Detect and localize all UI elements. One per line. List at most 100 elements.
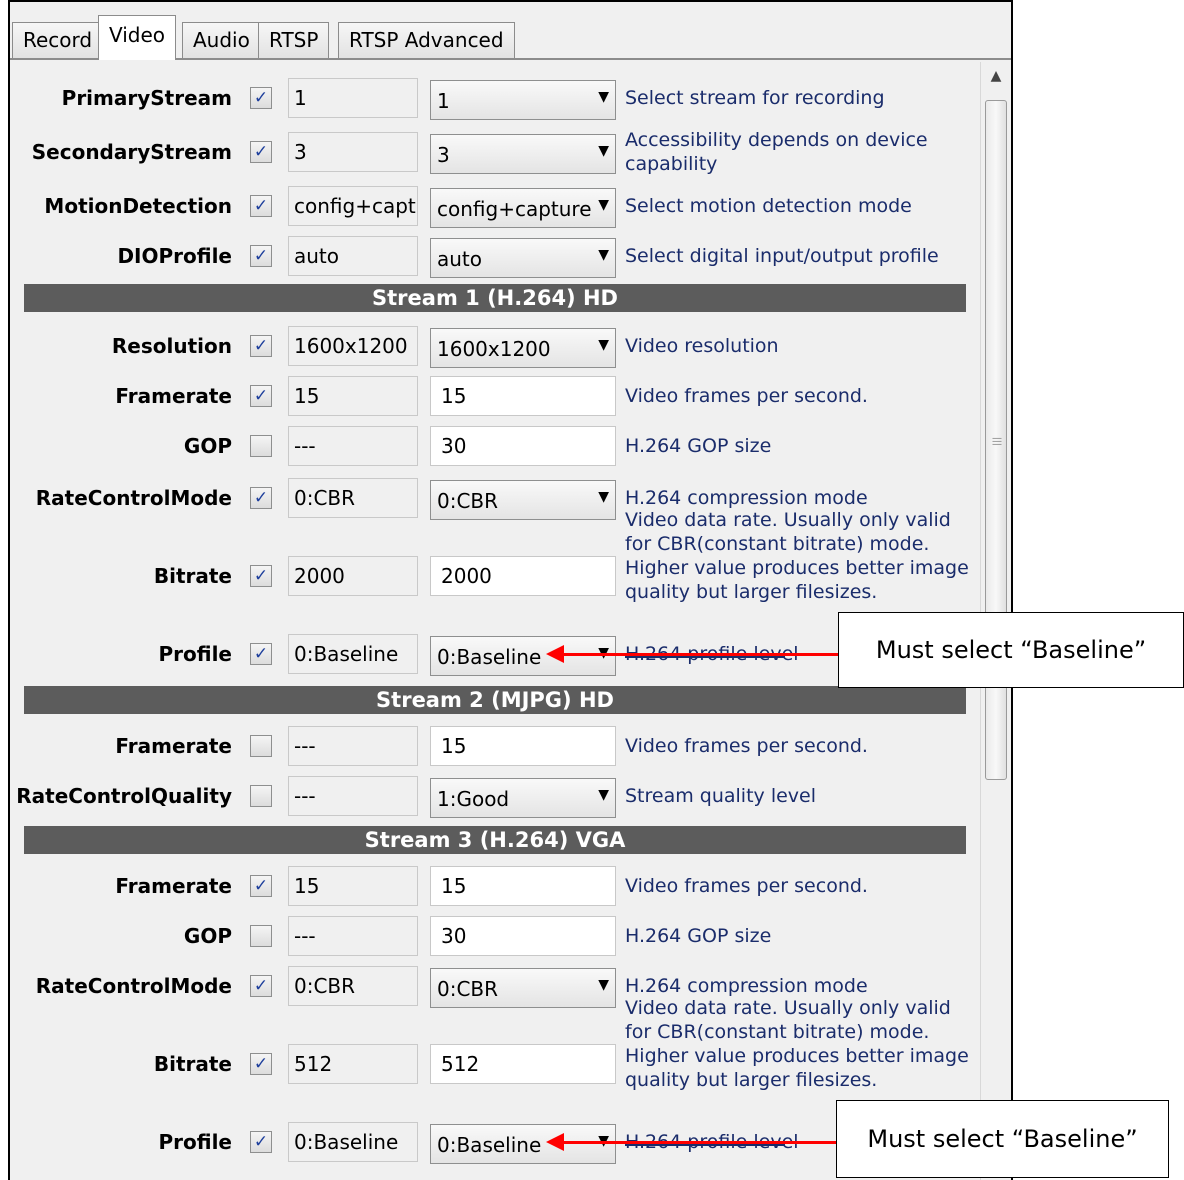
dropdown-arrow-icon: ▼ <box>598 787 609 803</box>
red-arrow-head-icon <box>546 645 564 663</box>
red-arrow-head-icon <box>546 1133 564 1151</box>
enable-checkbox[interactable] <box>250 435 272 457</box>
enable-checkbox[interactable]: ✓ <box>250 643 272 665</box>
enable-checkbox[interactable]: ✓ <box>250 975 272 997</box>
checkmark-icon: ✓ <box>253 246 269 266</box>
enable-checkbox[interactable]: ✓ <box>250 141 272 163</box>
callout-baseline-stream3: Must select “Baseline” <box>836 1100 1169 1178</box>
value-dropdown[interactable]: 3 ▼ <box>430 134 616 174</box>
current-value: 15 <box>288 376 418 416</box>
setting-description: Select stream for recording <box>625 87 885 109</box>
tab-bar: Record Video Audio RTSP RTSP Advanced <box>10 2 1011 60</box>
value-input[interactable]: 30 <box>430 426 616 466</box>
value-input[interactable]: 30 <box>430 916 616 956</box>
dropdown-value: 0:Baseline <box>437 1133 542 1157</box>
setting-label: MotionDetection <box>44 194 232 218</box>
setting-row: GOP --- 30 H.264 GOP size <box>10 916 980 956</box>
setting-label: Framerate <box>115 734 232 758</box>
setting-row: Framerate ✓ 15 15 Video frames per second. <box>10 376 980 416</box>
value-dropdown[interactable]: auto ▼ <box>430 238 616 278</box>
checkmark-icon: ✓ <box>253 1054 269 1074</box>
dropdown-arrow-icon: ▼ <box>598 337 609 353</box>
enable-checkbox[interactable]: ✓ <box>250 87 272 109</box>
value-input[interactable]: 15 <box>430 866 616 906</box>
enable-checkbox[interactable] <box>250 735 272 757</box>
value-input[interactable]: 512 <box>430 1044 616 1084</box>
setting-row: Framerate ✓ 15 15 Video frames per second. <box>10 866 980 906</box>
value-dropdown[interactable]: 1:Good ▼ <box>430 778 616 818</box>
settings-window: Record Video Audio RTSP RTSP Advanced Pr… <box>8 0 1013 1180</box>
setting-row: MotionDetection ✓ config+captu config+captu… <box>10 186 980 228</box>
dropdown-arrow-icon: ▼ <box>598 89 609 105</box>
dropdown-value: 3 <box>437 143 450 167</box>
dropdown-value: config+capture <box>437 197 592 221</box>
checkmark-icon: ✓ <box>253 488 269 508</box>
enable-checkbox[interactable]: ✓ <box>250 245 272 267</box>
current-value: 2000 <box>288 556 418 596</box>
value-input[interactable]: 2000 <box>430 556 616 596</box>
enable-checkbox[interactable] <box>250 785 272 807</box>
value-dropdown[interactable]: 0:CBR ▼ <box>430 480 616 520</box>
setting-description: Video frames per second. <box>625 385 868 407</box>
setting-row: PrimaryStream ✓ 1 1 ▼ Select stream for recor… <box>10 78 980 120</box>
value-dropdown[interactable]: 0:Baseline▼ <box>430 636 616 676</box>
value-dropdown[interactable]: 1 ▼ <box>430 80 616 120</box>
strike-line <box>625 656 785 658</box>
enable-checkbox[interactable]: ✓ <box>250 565 272 587</box>
enable-checkbox[interactable]: ✓ <box>250 335 272 357</box>
enable-checkbox[interactable]: ✓ <box>250 875 272 897</box>
checkmark-icon: ✓ <box>253 142 269 162</box>
dropdown-value: 1 <box>437 89 450 113</box>
setting-description: Video data rate. Usually only valid for … <box>625 509 969 603</box>
value-input[interactable]: 15 <box>430 376 616 416</box>
setting-description: Select digital input/output profile <box>625 245 939 267</box>
value-dropdown[interactable]: 1600x1200 ▼ <box>430 328 616 368</box>
enable-checkbox[interactable]: ✓ <box>250 385 272 407</box>
setting-row: Resolution ✓ 1600x1200 1600x1200 ▼ Video reso… <box>10 326 980 368</box>
value-dropdown[interactable]: 0:CBR ▼ <box>430 968 616 1008</box>
section-header: Stream 3 (H.264) VGA <box>24 826 966 854</box>
scroll-up-arrow-icon[interactable]: ▲ <box>981 68 1011 90</box>
setting-description: Video frames per second. <box>625 735 868 757</box>
setting-description: H.264 compression mode <box>625 975 868 997</box>
value-input[interactable]: 15 <box>430 726 616 766</box>
tab-record[interactable]: Record <box>12 22 104 58</box>
enable-checkbox[interactable]: ✓ <box>250 487 272 509</box>
current-value: 1600x1200 <box>288 326 418 366</box>
section-header: Stream 2 (MJPG) HD <box>24 686 966 714</box>
tab-video[interactable]: Video <box>98 15 177 60</box>
checkmark-icon: ✓ <box>253 386 269 406</box>
current-value: --- <box>288 916 418 956</box>
setting-row: Bitrate ✓ 2000 2000 Video data rate. Usually… <box>10 509 980 603</box>
enable-checkbox[interactable]: ✓ <box>250 1131 272 1153</box>
tab-rtsp[interactable]: RTSP <box>258 22 330 58</box>
setting-description: H.264 GOP size <box>625 925 772 947</box>
current-value: 3 <box>288 132 418 172</box>
setting-label: RateControlQuality <box>16 784 232 808</box>
setting-label: RateControlMode <box>35 974 232 998</box>
checkmark-icon: ✓ <box>253 88 269 108</box>
tab-audio[interactable]: Audio <box>182 22 261 58</box>
checkmark-icon: ✓ <box>253 336 269 356</box>
enable-checkbox[interactable]: ✓ <box>250 195 272 217</box>
dropdown-arrow-icon: ▼ <box>598 489 609 505</box>
setting-label: Framerate <box>115 874 232 898</box>
dropdown-arrow-icon: ▼ <box>598 977 609 993</box>
setting-label: Bitrate <box>153 1052 232 1076</box>
setting-row: GOP --- 30 H.264 GOP size <box>10 426 980 466</box>
dropdown-arrow-icon: ▼ <box>598 247 609 263</box>
setting-label: PrimaryStream <box>61 86 232 110</box>
setting-description: H.264 GOP size <box>625 435 772 457</box>
current-value: 0:CBR <box>288 478 418 518</box>
value-dropdown[interactable]: config+capture ▼ <box>430 188 616 228</box>
setting-row: RateControlQuality --- 1:Good ▼ Stream quali… <box>10 776 980 818</box>
setting-row: DIOProfile ✓ auto auto ▼ Select digital input… <box>10 236 980 278</box>
checkmark-icon: ✓ <box>253 976 269 996</box>
setting-description: Select motion detection mode <box>625 195 912 217</box>
setting-description: H.264 compression mode <box>625 487 868 509</box>
setting-label: Framerate <box>115 384 232 408</box>
enable-checkbox[interactable] <box>250 925 272 947</box>
enable-checkbox[interactable]: ✓ <box>250 1053 272 1075</box>
value-dropdown[interactable]: 0:Baseline▼ <box>430 1124 616 1164</box>
tab-rtsp-advanced[interactable]: RTSP Advanced <box>338 22 515 58</box>
